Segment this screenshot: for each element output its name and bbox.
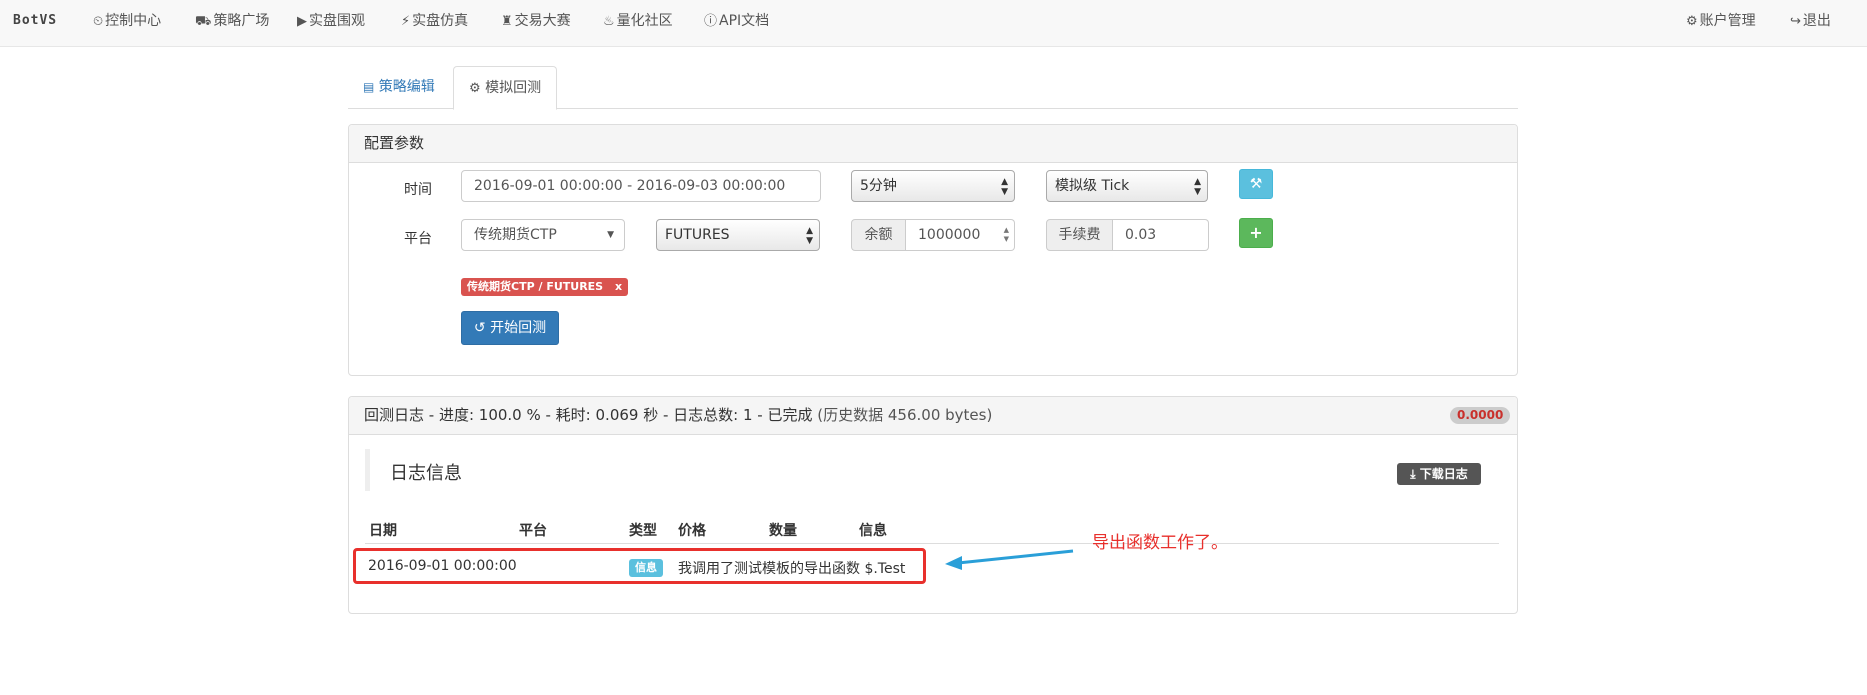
- bolt-icon: ⚡: [401, 14, 411, 29]
- updown-arrow-icon: ▲ ▼: [806, 226, 813, 246]
- fire-icon: ♨: [603, 14, 615, 29]
- highlight-box: [353, 548, 926, 584]
- tab-backtest[interactable]: ⚙ 模拟回测: [453, 66, 558, 110]
- nav-item-account[interactable]: ⚙ 账户管理: [1686, 0, 1756, 42]
- start-backtest-button[interactable]: ↺ 开始回测: [461, 311, 559, 345]
- cogs-icon: ⚙: [469, 81, 481, 96]
- fee-addon: 手续费: [1046, 219, 1113, 251]
- time-label: 时间: [404, 182, 432, 198]
- log-status-title: 回测日志 - 进度: 100.0 % - 耗时: 0.069 秒 - 日志总数:…: [364, 406, 813, 424]
- tag-remove-button[interactable]: x: [615, 280, 622, 293]
- log-section-title: 日志信息: [390, 463, 462, 484]
- col-type: 类型: [629, 523, 657, 539]
- balance-input[interactable]: 1000000 ▲ ▼: [906, 219, 1015, 251]
- updown-arrow-icon: ▲ ▼: [1194, 177, 1201, 197]
- history-data-size: (历史数据 456.00 bytes): [817, 406, 993, 424]
- config-panel-title: 配置参数: [349, 125, 1517, 163]
- annotation-text: 导出函数工作了。: [1092, 533, 1228, 553]
- col-date: 日期: [369, 523, 397, 539]
- contract-select[interactable]: FUTURES ▲ ▼: [656, 219, 820, 251]
- platform-label: 平台: [404, 231, 432, 247]
- selected-platform-tag: 传统期货CTP / FUTURES x: [461, 278, 629, 296]
- time-range-input[interactable]: 2016-09-01 00:00:00 - 2016-09-03 00:00:0…: [461, 170, 821, 202]
- tab-strategy-edit[interactable]: ▤ 策略编辑: [348, 66, 450, 107]
- col-info: 信息: [859, 523, 887, 539]
- tower-icon: ♜: [501, 14, 513, 29]
- history-icon: ↺: [473, 320, 486, 336]
- nav-item-api-docs[interactable]: ⓘ API文档: [704, 0, 769, 42]
- info-icon: ⓘ: [704, 14, 718, 29]
- settings-wrench-button[interactable]: ⚒: [1239, 169, 1273, 199]
- nav-item-contest[interactable]: ♜ 交易大赛: [501, 0, 571, 42]
- plus-icon: +: [1249, 223, 1263, 242]
- download-log-button[interactable]: ⤓ 下载日志: [1397, 463, 1481, 485]
- nav-item-live-sim[interactable]: ⚡ 实盘仿真: [401, 0, 468, 42]
- profit-badge: 0.0000: [1450, 407, 1511, 424]
- gear-icon: ⚙: [1686, 14, 1698, 29]
- nav-item-community[interactable]: ♨ 量化社区: [603, 0, 673, 42]
- top-navbar: BotVS ⏲ 控制中心 ⛟ 策略广场 ▶ 实盘围观 ⚡ 实盘仿真 ♜ 交易大赛 ♨ 量化社…: [0, 0, 1867, 47]
- log-panel-heading: 回测日志 - 进度: 100.0 % - 耗时: 0.069 秒 - 日志总数:…: [349, 397, 1517, 435]
- nav-item-logout[interactable]: ↪ 退出: [1790, 0, 1831, 42]
- cart-icon: ⛟: [195, 14, 212, 29]
- tick-mode-select[interactable]: 模拟级 Tick ▲ ▼: [1046, 170, 1208, 202]
- download-icon: ⤓: [1410, 467, 1416, 481]
- col-price: 价格: [678, 523, 706, 539]
- updown-arrow-icon: ▲ ▼: [1001, 177, 1008, 197]
- col-platform: 平台: [519, 523, 547, 539]
- period-select[interactable]: 5分钟 ▲ ▼: [851, 170, 1015, 202]
- brand-logo[interactable]: BotVS: [13, 0, 57, 42]
- nav-item-live-watch[interactable]: ▶ 实盘围观: [297, 0, 365, 42]
- add-platform-button[interactable]: +: [1239, 218, 1273, 248]
- log-section-header: [365, 449, 370, 491]
- table-header-divider: [365, 543, 1499, 544]
- play-circle-icon: ▶: [297, 14, 307, 29]
- platform-dropdown[interactable]: 传统期货CTP ▼: [461, 219, 625, 251]
- col-amount: 数量: [769, 523, 797, 539]
- config-panel: 配置参数 时间 2016-09-01 00:00:00 - 2016-09-03…: [348, 124, 1518, 376]
- fee-input[interactable]: 0.03: [1113, 219, 1209, 251]
- nav-item-dashboard[interactable]: ⏲ 控制中心: [93, 0, 161, 42]
- clock-icon: ⏲: [93, 14, 104, 29]
- file-icon: ▤: [363, 80, 375, 94]
- nav-item-strategy-square[interactable]: ⛟ 策略广场: [195, 0, 269, 42]
- caret-down-icon: ▼: [607, 230, 614, 240]
- wrench-icon: ⚒: [1249, 176, 1263, 192]
- balance-addon: 余额: [851, 219, 906, 251]
- strategy-tabs: ▤ 策略编辑 ⚙ 模拟回测: [348, 66, 1518, 110]
- logout-icon: ↪: [1790, 14, 1801, 29]
- spinner-icon[interactable]: ▲ ▼: [1004, 220, 1009, 244]
